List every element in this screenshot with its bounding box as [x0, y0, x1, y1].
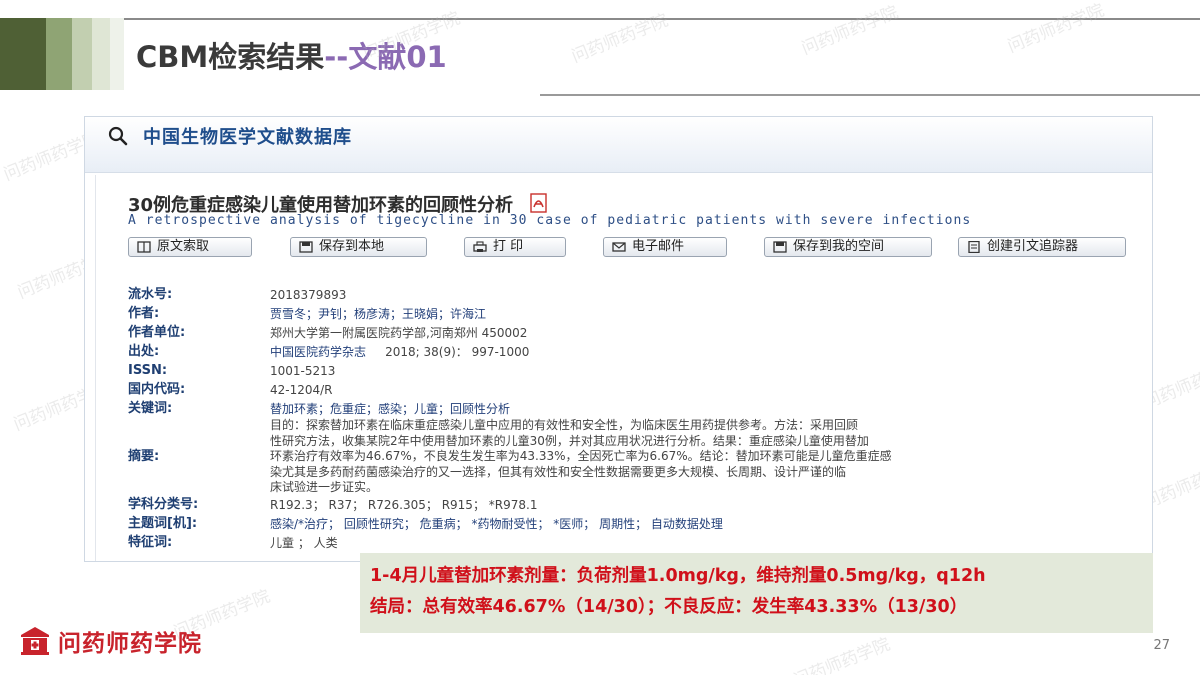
save-local-label: 保存到本地 [319, 239, 385, 254]
slide-title-sub: --文献01 [324, 40, 447, 74]
save-icon [299, 241, 313, 253]
dosage-summary-box: 1-4月儿童替加环素剂量：负荷剂量1.0mg/kg，维持剂量0.5mg/kg，q… [360, 553, 1153, 633]
header-decor-bar-3 [72, 18, 92, 90]
page-number: 27 [1153, 638, 1170, 653]
field-label: 作者: [128, 306, 160, 321]
header-rule-bottom [540, 94, 1200, 96]
article-record: 30例危重症感染儿童使用替加环素的回顾性分析 A retrospective a… [95, 175, 1152, 561]
request-fulltext-label: 原文索取 [157, 239, 210, 254]
header-decor-bar-2 [46, 18, 72, 90]
save-to-my-space-button[interactable]: 保存到我的空间 [764, 237, 932, 257]
field-value: 郑州大学第一附属医院药学部,河南郑州 450002 [270, 326, 528, 340]
database-title: 中国生物医学文献数据库 [143, 127, 352, 148]
print-button[interactable]: 打 印 [464, 237, 566, 257]
journal-link[interactable]: 中国医院药学杂志 [270, 345, 366, 359]
printer-icon [473, 241, 487, 252]
field-label: 作者单位: [128, 325, 186, 340]
email-button[interactable]: 电子邮件 [603, 237, 727, 257]
field-value: 2018379893 [270, 288, 347, 302]
summary-dosage: 1-4月儿童替加环素剂量：负荷剂量1.0mg/kg，维持剂量0.5mg/kg，q… [370, 566, 986, 586]
brand-logo: 问药师药学院 [18, 622, 248, 658]
authors-link[interactable]: 贾雪冬；尹钊；杨彦涛；王晓娟；许海江 [270, 306, 1140, 322]
database-header: 中国生物医学文献数据库 [85, 117, 1152, 173]
field-value: 儿童 ； 人类 [270, 536, 338, 550]
create-citation-tracker-label: 创建引文追踪器 [987, 239, 1079, 254]
field-label: 特征词: [128, 535, 173, 550]
abstract-line: 染尤其是多药耐药菌感染治疗的又一选择，但其有效性和安全性数据需要更多大规模、长周… [270, 464, 847, 479]
slide-title: CBM检索结果--文献01 [136, 34, 447, 76]
abstract-line: 环素治疗有效率为46.67%，不良发生发生率为43.33%，全因死亡率为6.67… [270, 449, 892, 464]
field-value: 1001-5213 [270, 364, 336, 378]
header-decor-bar-4 [92, 18, 110, 90]
abstract-text: 目的：探索替加环素在临床重症感染儿童中应用的有效性和安全性，为临床医生用药提供参… [270, 418, 1140, 496]
article-toolbar: 原文索取 保存到本地 打 印 电子邮件 保存到我的空间 创建引文追踪器 [128, 237, 1128, 259]
summary-outcome: 结局：总有效率46.67%（14/30）；不良反应：发生率43.33%（13/3… [370, 597, 968, 617]
email-label: 电子邮件 [632, 239, 685, 254]
keywords-link[interactable]: 替加环素；危重症；感染；儿童；回顾性分析 [270, 401, 1140, 417]
save-icon [773, 241, 787, 253]
field-label: 学科分类号: [128, 497, 199, 512]
abstract-line: 目的：探索替加环素在临床重症感染儿童中应用的有效性和安全性，为临床医生用药提供参… [270, 418, 859, 432]
field-value: R192.3； R37； R726.305； R915； *R978.1 [270, 498, 538, 512]
field-label: 关键词: [128, 401, 173, 416]
abstract-line: 性研究方法，收集某院2年中使用替加环素的儿童30例，并对其应用状况进行分析。结果… [270, 433, 869, 448]
field-label: ISSN: [128, 363, 168, 378]
slide-header: CBM检索结果--文献01 [124, 18, 1200, 96]
slide-title-main: CBM检索结果 [136, 40, 325, 74]
article-title-english: A retrospective analysis of tigecycline … [128, 213, 972, 228]
field-label: 国内代码: [128, 382, 186, 397]
pharmacy-school-logo-icon [21, 627, 49, 655]
header-decor-bar-5 [110, 18, 124, 90]
pdf-icon[interactable] [529, 193, 549, 213]
field-abstract: 摘要: 目的：探索替加环素在临床重症感染儿童中应用的有效性和安全性，为临床医生用… [128, 418, 1148, 498]
field-label: 流水号: [128, 287, 173, 302]
field-value: 中国医院药学杂志 2018; 38(9)： 997-1000 [270, 344, 1140, 360]
source-issue: 2018; 38(9)： 997-1000 [385, 345, 530, 359]
document-icon [968, 241, 980, 253]
envelope-icon [612, 242, 626, 252]
cbm-screenshot-panel: 中国生物医学文献数据库 30例危重症感染儿童使用替加环素的回顾性分析 A ret… [84, 116, 1153, 562]
field-value: 42-1204/R [270, 383, 333, 397]
subject-headings-link[interactable]: 感染/*治疗； 回顾性研究； 危重病； *药物耐受性； *医师； 周期性； 自动… [270, 516, 1140, 532]
save-to-my-space-label: 保存到我的空间 [793, 239, 885, 254]
search-icon[interactable] [107, 125, 129, 147]
book-icon [137, 241, 151, 253]
request-fulltext-button[interactable]: 原文索取 [128, 237, 252, 257]
save-local-button[interactable]: 保存到本地 [290, 237, 427, 257]
watermark: 问药师药学院 [790, 634, 893, 675]
header-decor-bar-1 [0, 18, 46, 90]
abstract-line: 床试验进一步证实。 [270, 480, 379, 495]
logo-text: 问药师药学院 [58, 631, 202, 657]
header-rule-top [124, 18, 1200, 20]
print-label: 打 印 [493, 239, 524, 254]
field-label: 摘要: [128, 449, 160, 464]
create-citation-tracker-button[interactable]: 创建引文追踪器 [958, 237, 1126, 257]
field-label: 主题词[机]: [128, 516, 198, 531]
field-label: 出处: [128, 344, 160, 359]
